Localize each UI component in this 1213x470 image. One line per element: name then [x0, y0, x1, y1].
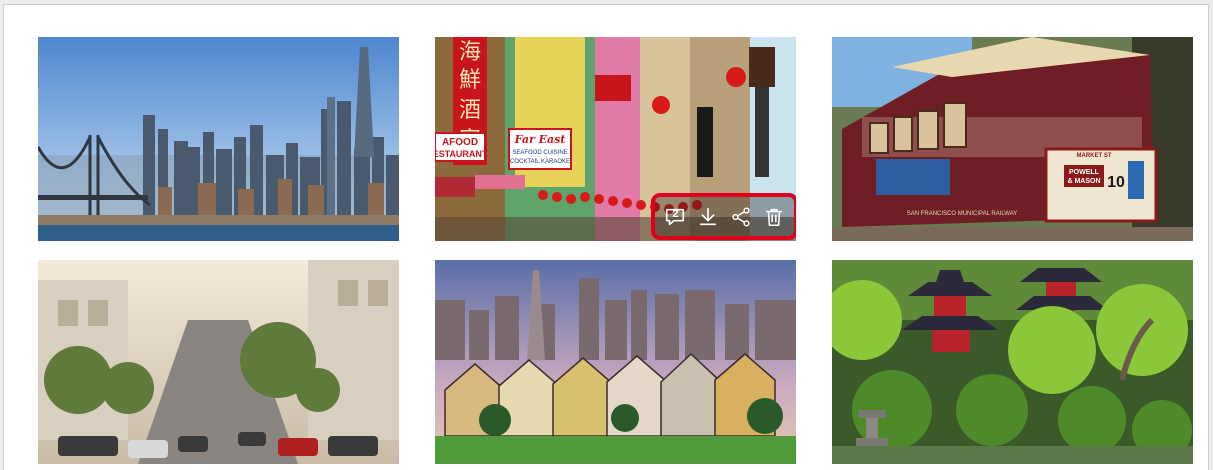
photo-tile-tea-garden[interactable]: [832, 260, 1193, 464]
photo-action-toolbar: 2: [651, 193, 796, 240]
seafood-sign-line1: AFOOD: [442, 137, 478, 148]
photo-tile-painted-ladies[interactable]: [435, 260, 796, 464]
cable-car-dest2: & MASON: [1067, 178, 1100, 185]
download-icon: [699, 207, 717, 225]
svg-text:海: 海: [459, 40, 481, 65]
photo-tile-chinatown[interactable]: 海 鮮 酒 家 AFOOD ESTAURANT Far East SEAFOOD…: [435, 37, 796, 241]
cable-car-image: POWELL & MASON 10 MARKET ST SAN FRANCISC…: [832, 37, 1193, 241]
download-button[interactable]: [694, 203, 722, 231]
photo-tile-cable-car[interactable]: POWELL & MASON 10 MARKET ST SAN FRANCISC…: [832, 37, 1193, 241]
cable-car-rail: SAN FRANCISCO MUNICIPAL RAILWAY: [907, 211, 1018, 217]
cable-car-number: 10: [1107, 174, 1125, 191]
cable-car-panel: MARKET ST: [1077, 153, 1112, 159]
far-east-sub2: COCKTAIL KARAOKE: [510, 159, 570, 165]
gallery-frame: 海 鮮 酒 家 AFOOD ESTAURANT Far East SEAFOOD…: [3, 4, 1209, 470]
japanese-tea-garden-image: [832, 260, 1193, 464]
photo-tile-skyline[interactable]: [38, 37, 399, 241]
svg-text:酒: 酒: [459, 98, 481, 123]
comment-count: 2: [672, 207, 679, 220]
painted-ladies-image: [435, 260, 796, 464]
far-east-sub1: SEAFOOD CUISINE: [512, 150, 567, 156]
share-button[interactable]: [727, 203, 755, 231]
trash-icon: [765, 208, 782, 226]
photo-tile-steep-street[interactable]: [38, 260, 399, 464]
cable-car-dest1: POWELL: [1069, 169, 1100, 176]
comment-button[interactable]: 2: [661, 203, 689, 231]
share-icon: [732, 206, 750, 227]
seafood-sign-line2: ESTAURANT: [435, 149, 488, 159]
svg-text:鮮: 鮮: [459, 68, 481, 93]
delete-button[interactable]: [760, 203, 788, 231]
far-east-sign: Far East: [514, 133, 566, 146]
bay-bridge-skyline-image: [38, 37, 399, 241]
steep-street-image: [38, 260, 399, 464]
